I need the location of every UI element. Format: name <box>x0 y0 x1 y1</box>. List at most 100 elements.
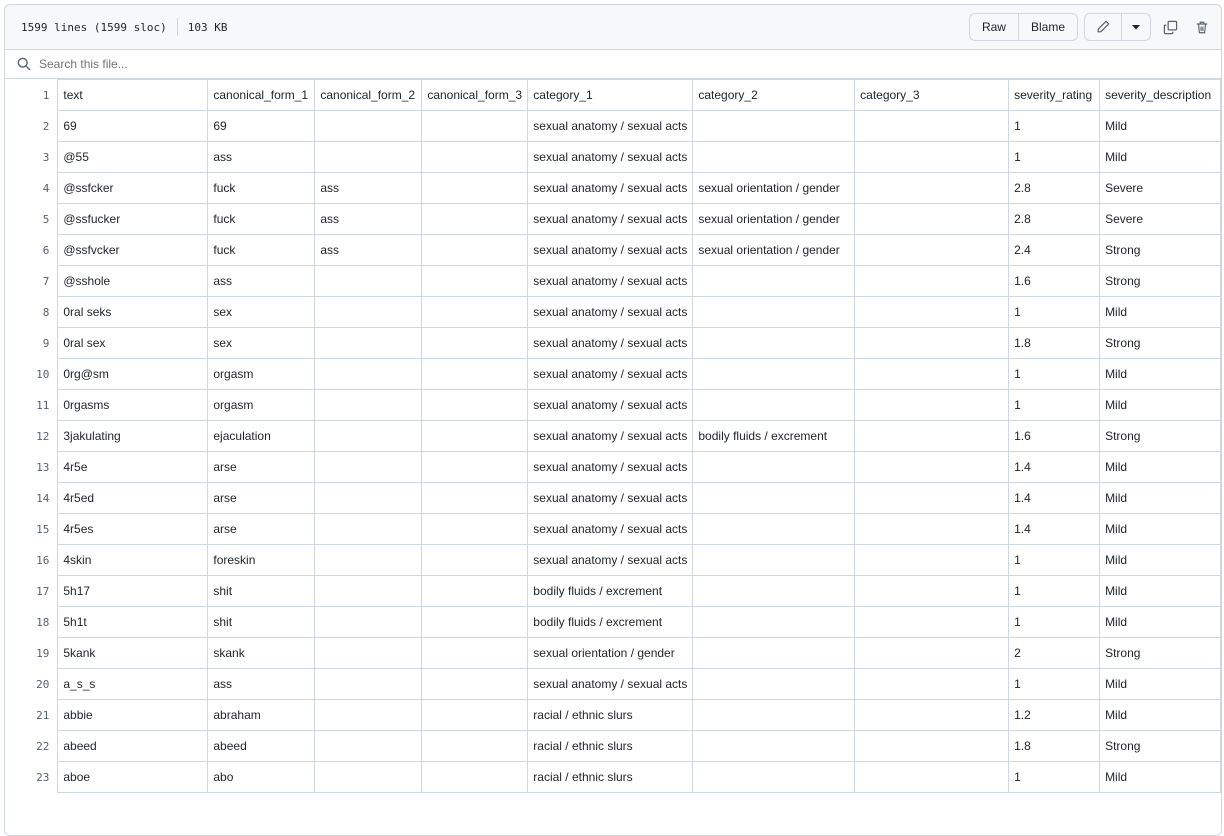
table-row: 8 0ral seks sex sexual anatomy / sexual act… <box>5 296 1221 328</box>
table-row: 21 abbie abraham racial / ethnic slurs 1.2 Mi… <box>5 699 1221 731</box>
table-cell: abraham <box>207 699 316 731</box>
table-cell: Strong <box>1099 420 1221 452</box>
table-cell: bodily fluids / excrement <box>692 420 856 452</box>
table-row: 17 5h17 shit bodily fluids / excrement 1 Mild <box>5 575 1221 607</box>
table-cell <box>421 730 529 762</box>
table-cell: fuck <box>207 203 316 235</box>
table-cell: shit <box>207 575 316 607</box>
table-cell: sexual anatomy / sexual acts <box>527 668 694 700</box>
table-cell: sexual orientation / gender <box>692 234 856 266</box>
table-cell: @sshole <box>57 265 209 297</box>
line-number: 2 <box>5 110 59 142</box>
column-header: category_1 <box>527 79 694 111</box>
table-cell <box>854 203 1010 235</box>
table-cell: fuck <box>207 172 316 204</box>
table-cell: 2.4 <box>1008 234 1101 266</box>
table-row: 11 0rgasms orgasm sexual anatomy / sexual a… <box>5 389 1221 421</box>
table-cell <box>854 327 1010 359</box>
line-number: 18 <box>5 606 59 638</box>
table-cell <box>421 327 529 359</box>
table-cell: 4skin <box>57 544 209 576</box>
table-cell: sexual anatomy / sexual acts <box>527 265 694 297</box>
table-cell <box>314 451 423 483</box>
line-number: 8 <box>5 296 59 328</box>
column-header: category_2 <box>692 79 856 111</box>
table-cell: racial / ethnic slurs <box>527 761 694 793</box>
table-cell <box>854 451 1010 483</box>
table-cell <box>314 761 423 793</box>
table-cell: Mild <box>1099 389 1221 421</box>
table-cell <box>854 296 1010 328</box>
table-cell: 1 <box>1008 761 1101 793</box>
table-cell: 1 <box>1008 110 1101 142</box>
table-cell <box>421 389 529 421</box>
table-cell <box>421 761 529 793</box>
line-number: 20 <box>5 668 59 700</box>
table-cell <box>421 482 529 514</box>
table-cell: 4r5e <box>57 451 209 483</box>
table-cell <box>854 668 1010 700</box>
table-cell <box>421 234 529 266</box>
line-number: 3 <box>5 141 59 173</box>
table-row: 4 @ssfcker fuck ass sexual anatomy / sexual … <box>5 172 1221 204</box>
delete-button[interactable] <box>1189 14 1215 40</box>
table-cell: 1.2 <box>1008 699 1101 731</box>
raw-blame-group: Raw Blame <box>968 13 1078 41</box>
table-cell: sexual anatomy / sexual acts <box>527 172 694 204</box>
table-row: 5 @ssfucker fuck ass sexual anatomy / sexual… <box>5 203 1221 235</box>
table-cell: Severe <box>1099 172 1221 204</box>
blame-button[interactable]: Blame <box>1017 14 1077 40</box>
table-cell: 5kank <box>57 637 209 669</box>
table-cell <box>314 606 423 638</box>
table-row: 10 0rg@sm orgasm sexual anatomy / sexual ac… <box>5 358 1221 390</box>
table-cell: Strong <box>1099 265 1221 297</box>
table-cell: 1.8 <box>1008 730 1101 762</box>
table-cell: Mild <box>1099 606 1221 638</box>
table-cell <box>854 544 1010 576</box>
table-cell <box>854 606 1010 638</box>
table-cell <box>421 172 529 204</box>
file-header: 1599 lines (1599 sloc) 103 KB Raw Blame <box>5 5 1221 50</box>
table-cell <box>421 141 529 173</box>
table-row: 19 5kank skank sexual orientation / gender 2… <box>5 637 1221 669</box>
table-cell: Mild <box>1099 451 1221 483</box>
table-cell <box>314 296 423 328</box>
table-cell: 3jakulating <box>57 420 209 452</box>
copy-button[interactable] <box>1157 14 1183 40</box>
table-cell: sexual anatomy / sexual acts <box>527 234 694 266</box>
table-cell: sexual anatomy / sexual acts <box>527 389 694 421</box>
table-cell: Mild <box>1099 513 1221 545</box>
table-row: 18 5h1t shit bodily fluids / excrement 1 Mild <box>5 606 1221 638</box>
table-cell <box>692 265 856 297</box>
edit-button[interactable] <box>1085 14 1121 40</box>
file-actions: Raw Blame <box>968 13 1215 41</box>
table-cell: shit <box>207 606 316 638</box>
table-cell <box>854 482 1010 514</box>
table-cell: 0rgasms <box>57 389 209 421</box>
table-cell: ass <box>314 234 423 266</box>
table-cell: ass <box>314 172 423 204</box>
table-cell <box>314 513 423 545</box>
table-cell: 5h17 <box>57 575 209 607</box>
table-cell: sexual orientation / gender <box>692 172 856 204</box>
table-cell: skank <box>207 637 316 669</box>
csv-table: 1 text canonical_form_1 canonical_form_2… <box>5 79 1221 793</box>
table-cell: racial / ethnic slurs <box>527 699 694 731</box>
search-input[interactable] <box>37 56 441 72</box>
raw-button[interactable]: Raw <box>970 14 1018 40</box>
table-cell <box>421 544 529 576</box>
table-cell <box>314 637 423 669</box>
table-cell: sexual anatomy / sexual acts <box>527 203 694 235</box>
line-number: 7 <box>5 265 59 297</box>
table-cell: Strong <box>1099 327 1221 359</box>
table-cell: @ssfucker <box>57 203 209 235</box>
table-cell: Mild <box>1099 699 1221 731</box>
edit-dropdown-button[interactable] <box>1121 14 1150 40</box>
table-cell: Mild <box>1099 761 1221 793</box>
table-cell: arse <box>207 482 316 514</box>
table-row: 16 4skin foreskin sexual anatomy / sexual a… <box>5 544 1221 576</box>
table-cell <box>692 575 856 607</box>
edit-group <box>1084 13 1151 41</box>
table-cell: @55 <box>57 141 209 173</box>
table-row: 9 0ral sex sex sexual anatomy / sexual acts… <box>5 327 1221 359</box>
